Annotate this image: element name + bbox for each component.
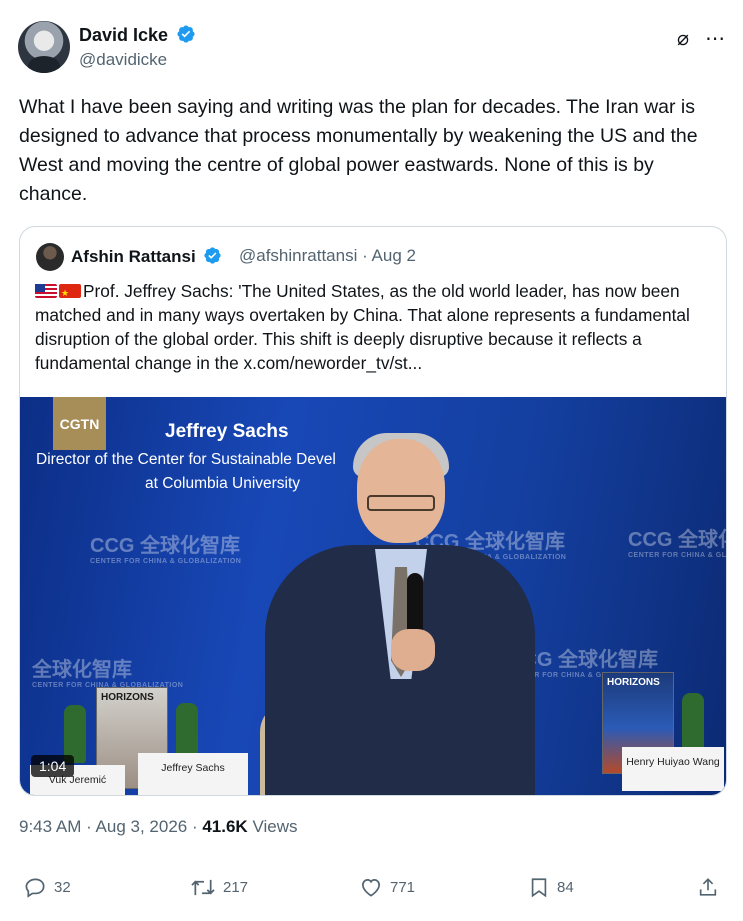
name-plate-right: Henry Huiyao Wang bbox=[622, 747, 724, 791]
reply-button[interactable]: 32 bbox=[24, 876, 71, 899]
quote-author-avatar[interactable] bbox=[36, 243, 64, 271]
share-icon bbox=[699, 878, 717, 896]
tweet-meta: 9:43 AM · Aug 3, 2026 · 41.6K Views bbox=[19, 817, 297, 837]
quote-body: Prof. Jeffrey Sachs: 'The United States,… bbox=[35, 281, 690, 373]
repost-count: 217 bbox=[223, 879, 249, 896]
timestamp[interactable]: 9:43 AM · Aug 3, 2026 · bbox=[19, 817, 202, 836]
cgtn-logo: CGTN bbox=[53, 397, 106, 450]
quote-text: Prof. Jeffrey Sachs: 'The United States,… bbox=[35, 279, 715, 375]
bookmark-button[interactable]: 84 bbox=[528, 876, 574, 899]
top-actions: ⌀ ⋯ bbox=[677, 26, 725, 51]
like-button[interactable]: 771 bbox=[359, 876, 415, 899]
watermark-right: CCG 全球化智库CENTER FOR CHINA & GLOBALIZATIO… bbox=[628, 529, 726, 559]
quote-handle-date[interactable]: @afshinrattansi · Aug 2 bbox=[239, 246, 416, 266]
heart-icon bbox=[361, 878, 381, 897]
more-options-icon[interactable]: ⋯ bbox=[705, 26, 725, 51]
quote-author-name[interactable]: Afshin Rattansi bbox=[71, 247, 196, 266]
author-avatar[interactable] bbox=[18, 21, 70, 73]
speaker-figure bbox=[265, 433, 535, 795]
us-flag-icon bbox=[35, 284, 57, 298]
action-bar: 32 217 771 84 bbox=[0, 876, 743, 906]
watermark-left: CCG 全球化智库 CENTER FOR CHINA & GLOBALIZATIO… bbox=[90, 535, 242, 565]
views-count: 41.6K bbox=[202, 817, 248, 836]
bookmark-count: 84 bbox=[557, 879, 574, 896]
microphone bbox=[407, 573, 423, 637]
repost-icon bbox=[191, 879, 215, 896]
tweet-text: What I have been saying and writing was … bbox=[19, 96, 698, 205]
bottle bbox=[682, 693, 704, 751]
video-player[interactable]: CCG 全球化智库 CENTER FOR CHINA & GLOBALIZATIO… bbox=[20, 397, 726, 795]
reply-count: 32 bbox=[54, 879, 71, 896]
bookmark-icon bbox=[531, 878, 547, 898]
reply-icon bbox=[25, 878, 45, 898]
quoted-tweet[interactable]: Afshin Rattansi @afshinrattansi · Aug 2 … bbox=[19, 226, 727, 796]
china-flag-icon bbox=[59, 281, 81, 305]
name-plate-center: Jeffrey Sachs bbox=[138, 753, 248, 795]
author-name[interactable]: David Icke bbox=[79, 25, 168, 45]
like-count: 771 bbox=[390, 879, 416, 896]
views-label: Views bbox=[247, 817, 298, 836]
repost-button[interactable]: 217 bbox=[190, 876, 248, 899]
watermark-lower-left: 全球化智库 CENTER FOR CHINA & GLOBALIZATION bbox=[32, 659, 184, 689]
video-duration: 1:04 bbox=[31, 755, 75, 777]
author-handle[interactable]: @davidicke bbox=[79, 50, 167, 70]
author-name-row: David Icke bbox=[79, 24, 196, 46]
verified-badge-icon bbox=[177, 25, 195, 43]
quote-verified-badge-icon bbox=[204, 247, 222, 264]
grok-icon[interactable]: ⌀ bbox=[677, 26, 689, 51]
share-button[interactable] bbox=[697, 876, 719, 899]
